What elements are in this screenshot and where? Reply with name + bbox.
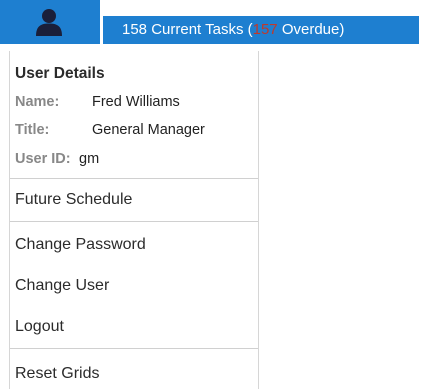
current-tasks-indicator[interactable]: 158 Current Tasks (157 Overdue) bbox=[103, 16, 419, 44]
user-icon bbox=[36, 9, 62, 36]
title-label: Title: bbox=[15, 122, 50, 138]
user-menu-button[interactable] bbox=[0, 0, 100, 44]
overdue-count: 157 bbox=[252, 21, 278, 38]
title-value: General Manager bbox=[92, 122, 205, 138]
userid-value: gm bbox=[79, 151, 100, 167]
user-title-row: Title: General Manager bbox=[15, 122, 205, 138]
divider bbox=[10, 221, 258, 222]
divider bbox=[10, 178, 258, 179]
name-label: Name: bbox=[15, 94, 60, 110]
userid-label: User ID: bbox=[15, 151, 71, 167]
change-user-item[interactable]: Change User bbox=[10, 271, 258, 301]
user-details-heading: User Details bbox=[15, 65, 105, 82]
user-id-row: User ID: gm bbox=[15, 151, 99, 167]
top-bar: 158 Current Tasks (157 Overdue) bbox=[0, 0, 426, 44]
overdue-label: Overdue) bbox=[281, 21, 345, 38]
reset-grids-item[interactable]: Reset Grids bbox=[10, 359, 258, 389]
user-name-row: Name: Fred Williams bbox=[15, 94, 180, 110]
divider bbox=[10, 348, 258, 349]
future-schedule-item[interactable]: Future Schedule bbox=[10, 185, 258, 215]
name-value: Fred Williams bbox=[92, 94, 180, 110]
tasks-label: Current Tasks ( bbox=[151, 21, 253, 38]
tasks-count: 158 bbox=[122, 21, 148, 38]
user-dropdown-menu: User Details Name: Fred Williams Title: Ge… bbox=[9, 51, 259, 389]
change-password-item[interactable]: Change Password bbox=[10, 230, 258, 260]
logout-item[interactable]: Logout bbox=[10, 312, 258, 342]
